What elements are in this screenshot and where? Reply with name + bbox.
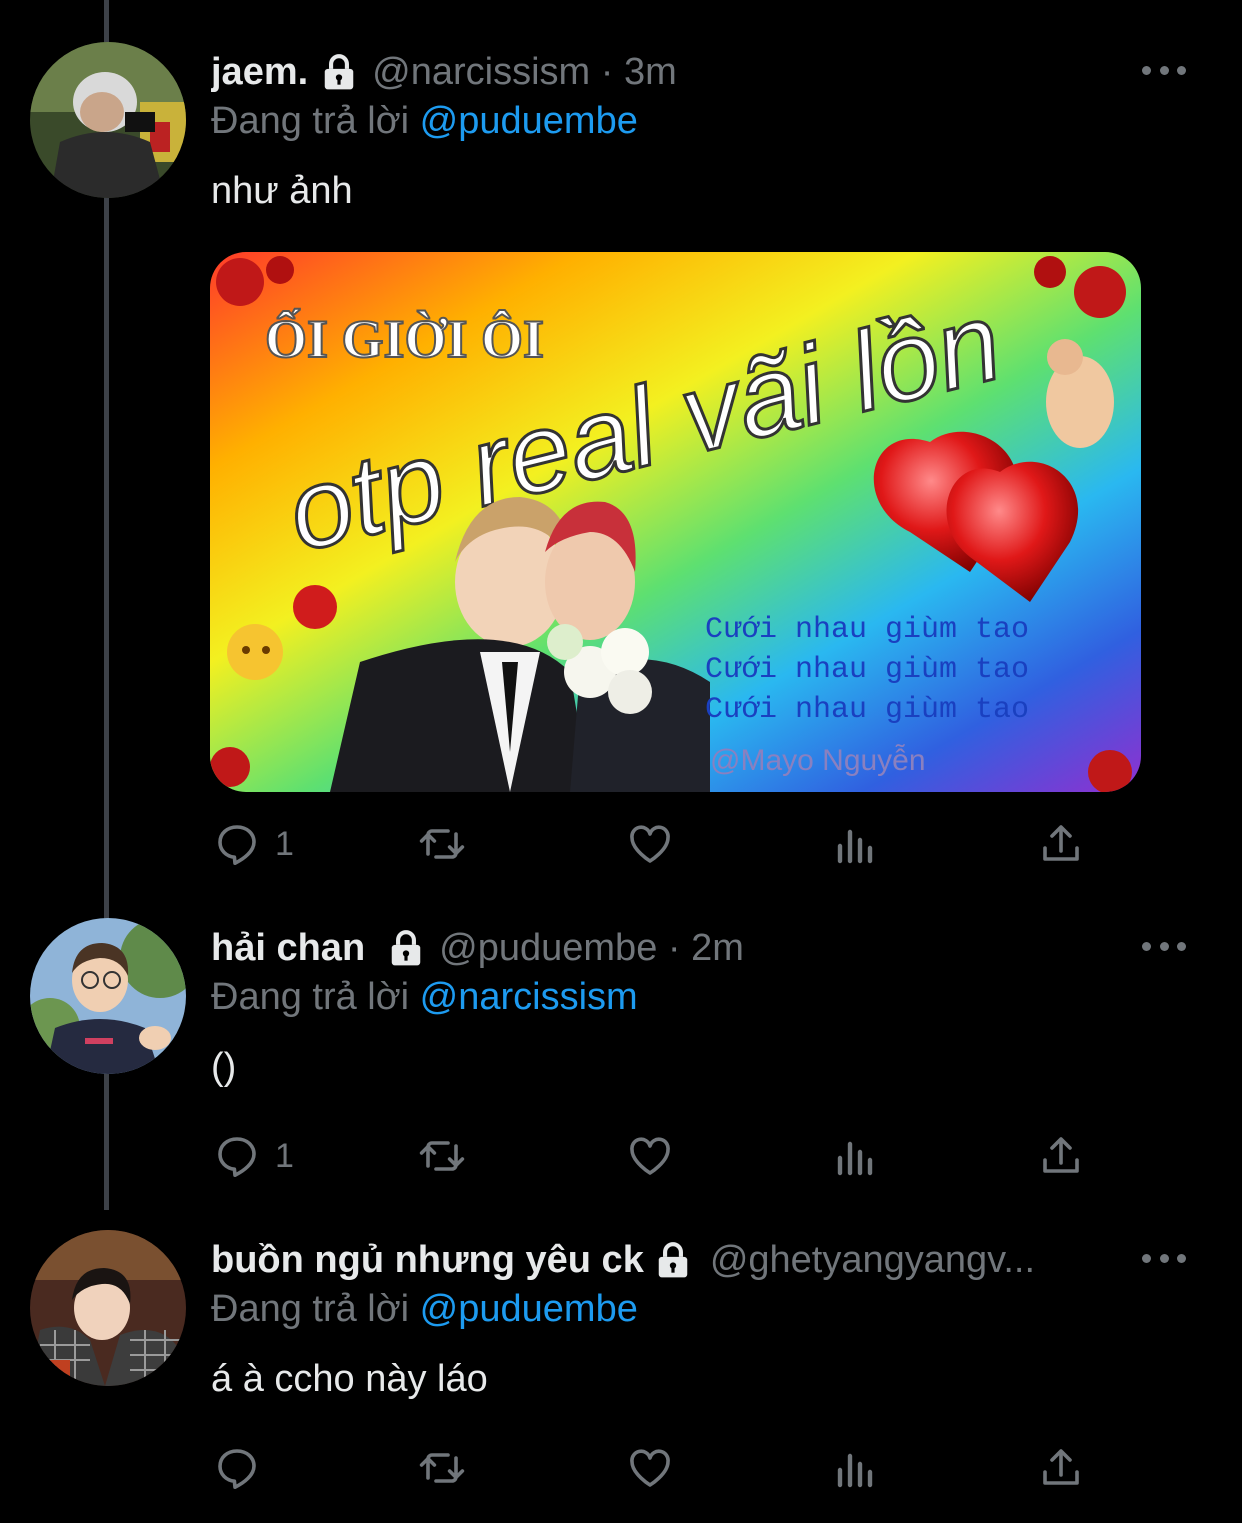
reply-prefix: Đang trả lời	[211, 1288, 410, 1330]
handle-and-time[interactable]: @ghetyangyangv...	[710, 1239, 1035, 1282]
mention-link[interactable]: @puduembe	[420, 100, 638, 142]
analytics-button[interactable]	[832, 1438, 880, 1498]
lock-icon	[387, 929, 425, 967]
share-icon	[1043, 1137, 1079, 1173]
share-button[interactable]	[1037, 814, 1085, 874]
analytics-button[interactable]	[832, 1126, 880, 1186]
mention-link[interactable]: @narcissism	[420, 976, 638, 1018]
more-icon[interactable]	[1142, 1248, 1186, 1268]
like-button[interactable]	[626, 1438, 674, 1498]
like-button[interactable]	[626, 814, 674, 874]
meme-caption-line: Cưới nhau giùm tao	[705, 613, 1029, 647]
reply-button[interactable]: 1	[213, 1126, 294, 1186]
share-icon	[1043, 825, 1079, 861]
more-icon[interactable]	[1142, 60, 1186, 80]
display-name[interactable]: hải chan	[211, 927, 365, 970]
replying-to: Đang trả lời @puduembe	[211, 100, 638, 143]
mention-link[interactable]: @puduembe	[420, 1288, 638, 1330]
meme-caption-line: Cưới nhau giùm tao	[705, 693, 1029, 727]
reply-button[interactable]	[213, 1438, 275, 1498]
analytics-button[interactable]	[832, 814, 880, 874]
meme-line-1: ỐI GIỜI ÔI	[265, 308, 544, 369]
like-icon	[630, 825, 670, 863]
tweet-1[interactable]: jaem. @narcissism · 3m Đang trả lời @pud…	[0, 0, 1242, 900]
reply-icon	[218, 1137, 256, 1177]
retweet-icon	[419, 1141, 465, 1171]
share-icon	[1043, 1449, 1079, 1485]
tweet-text: như ảnh	[211, 170, 353, 212]
analytics-icon	[837, 1141, 873, 1176]
share-button[interactable]	[1037, 1126, 1085, 1186]
handle-and-time[interactable]: @narcissism · 3m	[372, 51, 677, 94]
reply-button[interactable]: 1	[213, 814, 294, 874]
reply-icon	[218, 825, 256, 865]
retweet-button[interactable]	[418, 1438, 466, 1498]
analytics-icon	[837, 1453, 873, 1488]
display-name[interactable]: buồn ngủ nhưng yêu ck	[211, 1239, 644, 1282]
tweet-image[interactable]: ỐI GIỜI ÔI otp real vãi lồn Cưới nhau gi…	[210, 252, 1141, 792]
replying-to: Đang trả lời @narcissism	[211, 976, 638, 1019]
reply-prefix: Đang trả lời	[211, 100, 410, 142]
replying-to: Đang trả lời @puduembe	[211, 1288, 638, 1331]
like-button[interactable]	[626, 1126, 674, 1186]
avatar[interactable]	[30, 42, 186, 198]
meme-credit: @Mayo Nguyễn	[710, 744, 926, 777]
tweet-3[interactable]: buồn ngủ nhưng yêu ck @ghetyangyangv... …	[0, 1212, 1242, 1523]
like-icon	[630, 1137, 670, 1175]
retweet-button[interactable]	[418, 814, 466, 874]
avatar[interactable]	[30, 918, 186, 1074]
display-name[interactable]: jaem.	[211, 51, 308, 94]
lock-icon	[654, 1241, 692, 1279]
retweet-icon	[419, 829, 465, 859]
retweet-button[interactable]	[418, 1126, 466, 1186]
reply-prefix: Đang trả lời	[211, 976, 410, 1018]
tweet-2[interactable]: hải chan @puduembe · 2m Đang trả lời @na…	[0, 900, 1242, 1212]
reply-count: 1	[275, 824, 294, 863]
reply-count: 1	[275, 1136, 294, 1175]
share-button[interactable]	[1037, 1438, 1085, 1498]
lock-icon	[320, 53, 358, 91]
handle-and-time[interactable]: @puduembe · 2m	[439, 927, 744, 970]
like-icon	[630, 1449, 670, 1487]
retweet-icon	[419, 1453, 465, 1483]
reply-icon	[218, 1449, 256, 1489]
tweet-text: ()	[211, 1046, 237, 1088]
avatar[interactable]	[30, 1230, 186, 1386]
tweet-text: á à ccho này láo	[211, 1358, 488, 1400]
meme-caption-line: Cưới nhau giùm tao	[705, 653, 1029, 687]
analytics-icon	[837, 829, 873, 864]
more-icon[interactable]	[1142, 936, 1186, 956]
